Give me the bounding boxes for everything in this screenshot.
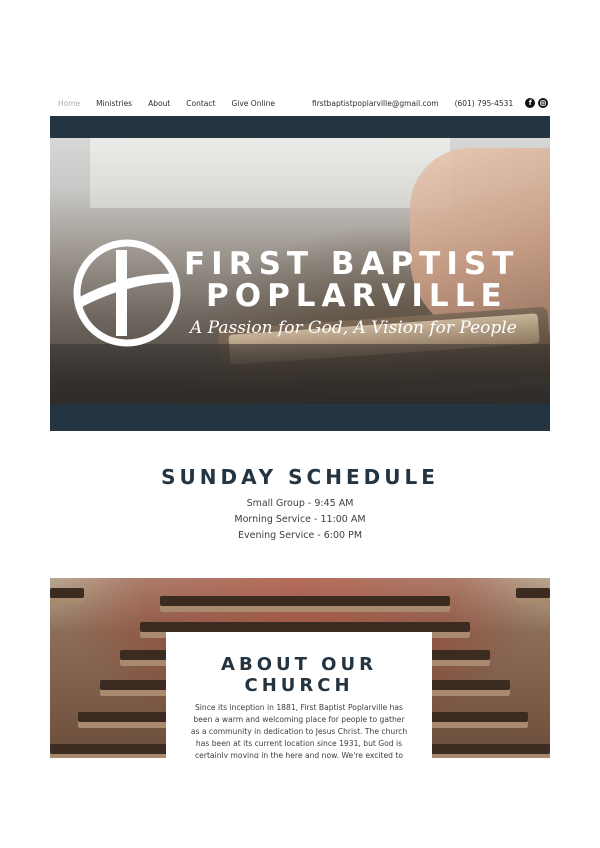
hero-tagline: A Passion for God, A Vision for People bbox=[190, 318, 517, 338]
schedule-item: Morning Service - 11:00 AM bbox=[234, 514, 366, 525]
nav-item-about[interactable]: About bbox=[148, 99, 170, 108]
hero-photo: FIRST BAPTIST POPLARVILLE A Passion for … bbox=[50, 138, 550, 404]
pew bbox=[160, 596, 450, 612]
church-interior-image: ABOUT OUR CHURCH Since its inception in … bbox=[50, 578, 550, 758]
nav-item-contact[interactable]: Contact bbox=[186, 99, 215, 108]
hero-title-line1: FIRST BAPTIST bbox=[184, 246, 520, 282]
about-card: ABOUT OUR CHURCH Since its inception in … bbox=[166, 632, 432, 758]
about-body: Since its inception in 1881, First Bapti… bbox=[190, 703, 408, 758]
email-link[interactable]: firstbaptistpoplarville@gmail.com bbox=[312, 99, 439, 108]
window-light bbox=[90, 138, 450, 208]
social-links: f bbox=[525, 98, 549, 108]
about-title: ABOUT OUR CHURCH bbox=[221, 654, 377, 696]
pew bbox=[50, 588, 84, 604]
schedule-item: Evening Service - 6:00 PM bbox=[237, 530, 363, 541]
schedule-list: Small Group - 9:45 AM Morning Service - … bbox=[0, 496, 600, 544]
nav-item-ministries[interactable]: Ministries bbox=[96, 99, 132, 108]
nav-item-home[interactable]: Home bbox=[58, 99, 80, 108]
facebook-icon[interactable]: f bbox=[525, 98, 536, 108]
phone-number[interactable]: (601) 795-4531 bbox=[455, 99, 514, 108]
hero-title-line2: POPLARVILLE bbox=[206, 278, 508, 314]
hero-banner: FIRST BAPTIST POPLARVILLE A Passion for … bbox=[50, 116, 550, 431]
schedule-item: Small Group - 9:45 AM bbox=[246, 498, 354, 509]
main-nav: Home Ministries About Contact Give Onlin… bbox=[58, 96, 275, 110]
table-surface bbox=[50, 344, 550, 404]
nav-item-give-online[interactable]: Give Online bbox=[231, 99, 275, 108]
pew bbox=[516, 588, 550, 604]
instagram-icon[interactable] bbox=[538, 98, 549, 108]
header-contact: firstbaptistpoplarville@gmail.com (601) … bbox=[312, 96, 549, 110]
schedule-title: SUNDAY SCHEDULE bbox=[161, 465, 439, 489]
church-logo-icon bbox=[73, 239, 181, 347]
